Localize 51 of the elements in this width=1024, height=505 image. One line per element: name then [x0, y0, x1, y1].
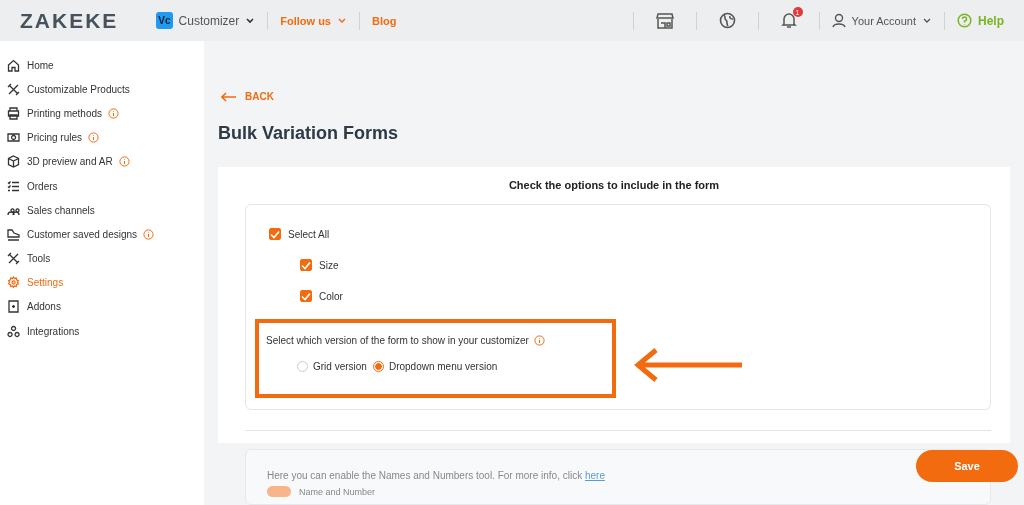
- tools-icon: [7, 252, 20, 266]
- caret-icon: [245, 16, 256, 25]
- sidebar-item[interactable]: Integrations: [0, 319, 204, 344]
- page-title: Bulk Variation Forms: [218, 123, 400, 144]
- checkbox-label: Size: [319, 259, 339, 271]
- caret-icon: [337, 16, 347, 25]
- toggle-label: Name and Number: [299, 486, 376, 497]
- checkbox-label: Color: [319, 290, 343, 302]
- sidebar-item[interactable]: Tools: [0, 246, 204, 271]
- sidebar-item[interactable]: Customer saved designs: [0, 222, 204, 247]
- sidebar-item[interactable]: 3D preview and AR: [0, 149, 204, 174]
- shoe-icon: [7, 227, 20, 241]
- sidebar-item[interactable]: Pricing rules: [0, 125, 204, 150]
- radio-label: Grid version: [313, 361, 367, 372]
- checkbox-label: Select All: [288, 228, 330, 240]
- app-menu[interactable]: Customizer: [178, 13, 240, 28]
- radio-button[interactable]: [372, 361, 384, 372]
- sidebar-item[interactable]: Printing methods: [0, 101, 204, 126]
- checkbox[interactable]: [300, 290, 312, 302]
- cube-icon: [7, 155, 20, 169]
- toggle-switch[interactable]: [267, 486, 291, 497]
- printer-icon: [7, 106, 20, 120]
- app-badge: Vc: [156, 12, 173, 29]
- settings-icon: [7, 276, 20, 290]
- checkbox[interactable]: [300, 259, 312, 271]
- sidebar-item[interactable]: Customizable Products: [0, 77, 204, 102]
- back-arrow-icon: [221, 91, 237, 102]
- checklist-icon: [7, 179, 20, 193]
- sidebar-item[interactable]: Addons: [0, 294, 204, 320]
- nodes-icon: [7, 324, 20, 338]
- globe-icon[interactable]: [718, 12, 736, 29]
- home-icon: [7, 58, 20, 72]
- store-icon[interactable]: [655, 12, 674, 29]
- logo[interactable]: ZAKEKE: [20, 8, 119, 33]
- section-heading: Check the options to include in the form: [507, 179, 721, 191]
- banknote-icon: [7, 131, 20, 145]
- account-menu[interactable]: Your Account: [851, 14, 916, 27]
- user-icon: [831, 13, 846, 28]
- caret-icon: [922, 16, 932, 25]
- checkbox[interactable]: [269, 228, 281, 240]
- addon-icon: [7, 300, 20, 314]
- bell-icon[interactable]: [780, 12, 797, 29]
- sidebar-item[interactable]: Sales channels: [0, 198, 204, 223]
- sidebar-item[interactable]: Home: [0, 53, 204, 78]
- radio-label: Dropdown menu version: [388, 361, 498, 372]
- version-prompt: Select which version of the form to show in your customizer: [266, 335, 529, 346]
- tools-icon: [7, 82, 20, 96]
- arrow-icon: [634, 346, 744, 384]
- help-icon: [957, 13, 972, 28]
- sidebar-item[interactable]: Orders: [0, 173, 204, 199]
- info-icon: [533, 335, 545, 346]
